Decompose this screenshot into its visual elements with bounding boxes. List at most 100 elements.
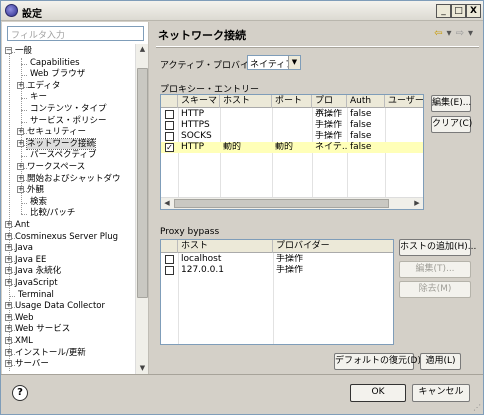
expand-icon[interactable]: +: [5, 337, 12, 344]
tree-item[interactable]: − 一般: [5, 46, 32, 57]
apply-button[interactable]: 適用(L): [420, 353, 461, 370]
table-row[interactable]: SOCKS 手操作 false: [161, 131, 423, 142]
scroll-left-icon[interactable]: ◀: [161, 198, 173, 209]
tree-item[interactable]: + JavaScript: [5, 278, 58, 289]
tree-item[interactable]: + XML: [5, 336, 33, 347]
tree-item[interactable]: + Web サービス: [5, 324, 70, 335]
col-check[interactable]: [161, 95, 178, 108]
tree-item[interactable]: + サーバー: [5, 359, 49, 370]
col-host[interactable]: ホスト: [178, 240, 273, 253]
expand-icon[interactable]: +: [5, 267, 12, 275]
tree-item[interactable]: + インストール/更新: [5, 348, 86, 359]
help-icon[interactable]: ?: [12, 385, 28, 401]
tree-item[interactable]: + エディタ: [17, 81, 60, 92]
restore-defaults-button[interactable]: デフォルトの復元(D): [334, 353, 421, 370]
scroll-up-icon[interactable]: ▲: [137, 44, 148, 55]
proxy-table-hscrollbar[interactable]: ◀ ▶: [161, 197, 423, 209]
tree-item[interactable]: パースペクティブ: [17, 150, 96, 161]
expand-icon[interactable]: +: [5, 244, 12, 252]
active-provider-select[interactable]: ネイティブ ▼: [247, 55, 301, 70]
row-checkbox[interactable]: [165, 132, 174, 141]
minimize-button[interactable]: _: [436, 4, 451, 18]
scroll-down-icon[interactable]: ▼: [137, 363, 148, 374]
row-checkbox[interactable]: [165, 110, 174, 119]
tree-item[interactable]: + 開始およびシャットダウ: [17, 174, 121, 185]
tree-item[interactable]: + 外観: [17, 185, 44, 196]
expand-icon[interactable]: +: [17, 81, 24, 89]
back-arrow-icon[interactable]: ⇦: [434, 28, 442, 39]
expand-icon[interactable]: +: [5, 302, 12, 310]
chevron-down-icon[interactable]: ▼: [288, 56, 300, 69]
bypass-remove-button[interactable]: 除去(M): [399, 281, 471, 298]
expand-icon[interactable]: +: [5, 325, 12, 333]
close-button[interactable]: X: [466, 4, 481, 18]
add-host-button[interactable]: ホストの追加(H)...: [399, 239, 476, 256]
tree-item[interactable]: 検索: [17, 197, 47, 208]
tree-item[interactable]: キー: [17, 92, 47, 103]
table-row[interactable]: HTTP 手操作 false: [161, 109, 423, 120]
row-checkbox[interactable]: [165, 121, 174, 130]
scroll-thumb[interactable]: [174, 199, 389, 208]
tree-item[interactable]: コンテンツ・タイプ: [17, 104, 107, 115]
resize-grip-icon[interactable]: ⋰: [473, 403, 481, 412]
table-row[interactable]: localhost 手操作: [161, 254, 393, 265]
expand-icon[interactable]: +: [5, 221, 12, 228]
tree-item[interactable]: + Java EE: [5, 255, 46, 266]
col-provider[interactable]: プロバ...: [312, 95, 347, 119]
tree-item[interactable]: Capabilities: [17, 58, 80, 69]
tree-item[interactable]: Web ブラウザ: [17, 69, 85, 80]
expand-icon[interactable]: +: [5, 360, 12, 368]
bypass-edit-button[interactable]: 編集(T)...: [399, 261, 471, 278]
tree-item[interactable]: + Web: [5, 313, 34, 324]
table-row[interactable]: 127.0.0.1 手操作: [161, 265, 393, 276]
proxy-edit-button[interactable]: 編集(E)...: [431, 95, 471, 112]
row-checkbox[interactable]: [165, 266, 174, 275]
tree-item[interactable]: Terminal: [5, 290, 54, 301]
cell-user: [385, 131, 423, 142]
expand-icon[interactable]: +: [5, 313, 12, 321]
expand-icon[interactable]: +: [17, 139, 24, 147]
ok-button[interactable]: OK: [350, 384, 406, 402]
col-auth[interactable]: Auth: [347, 95, 385, 108]
tree-item[interactable]: + ワークスペース: [17, 162, 85, 173]
cell-host: [220, 131, 272, 142]
expand-icon[interactable]: +: [17, 186, 24, 194]
back-menu-icon[interactable]: ▾: [447, 28, 452, 39]
tree-item[interactable]: + Java: [5, 243, 33, 254]
filter-input[interactable]: フィルタ入力: [7, 26, 144, 41]
expand-icon[interactable]: +: [17, 163, 24, 170]
expand-icon[interactable]: +: [5, 232, 12, 240]
proxy-clear-button[interactable]: クリア(C): [431, 116, 472, 133]
tree-item[interactable]: + Cosminexus Server Plug: [5, 232, 118, 243]
tree-scrollbar[interactable]: ▲ ▼: [135, 44, 148, 374]
expand-icon[interactable]: +: [5, 279, 12, 286]
scroll-thumb[interactable]: [137, 68, 148, 298]
expand-icon[interactable]: +: [17, 174, 24, 182]
expand-icon[interactable]: +: [5, 348, 12, 356]
table-row[interactable]: ✓ HTTP 動的 動的 ネイテ... false: [161, 142, 423, 153]
tree-item[interactable]: サービス・ポリシー: [17, 116, 107, 127]
view-menu-icon[interactable]: ▾: [468, 28, 473, 39]
maximize-button[interactable]: □: [451, 4, 466, 18]
col-host[interactable]: ホスト: [220, 95, 272, 108]
tree-item[interactable]: + Java 永続化: [5, 266, 61, 277]
col-provider[interactable]: プロバイダー: [273, 240, 393, 253]
table-row[interactable]: HTTPS 手操作 false: [161, 120, 423, 131]
row-checkbox[interactable]: ✓: [165, 143, 174, 152]
expand-icon[interactable]: +: [17, 128, 24, 136]
col-schema[interactable]: スキーマ: [178, 95, 220, 108]
tree-item[interactable]: + Ant: [5, 220, 30, 231]
tree-item[interactable]: + Usage Data Collector: [5, 301, 105, 312]
forward-arrow-icon[interactable]: ⇨: [456, 28, 464, 39]
col-check[interactable]: [161, 240, 178, 253]
collapse-icon[interactable]: −: [5, 47, 12, 54]
tree-item[interactable]: + セキュリティー: [17, 127, 86, 138]
col-user[interactable]: ユーザー: [385, 95, 423, 108]
expand-icon[interactable]: +: [5, 255, 12, 263]
scroll-right-icon[interactable]: ▶: [411, 198, 423, 209]
tree-item[interactable]: + ネットワーク接続: [17, 137, 97, 150]
tree-item[interactable]: 比較/パッチ: [17, 208, 75, 219]
row-checkbox[interactable]: [165, 255, 174, 264]
col-port[interactable]: ポート: [272, 95, 312, 108]
cancel-button[interactable]: キャンセル: [412, 384, 470, 402]
